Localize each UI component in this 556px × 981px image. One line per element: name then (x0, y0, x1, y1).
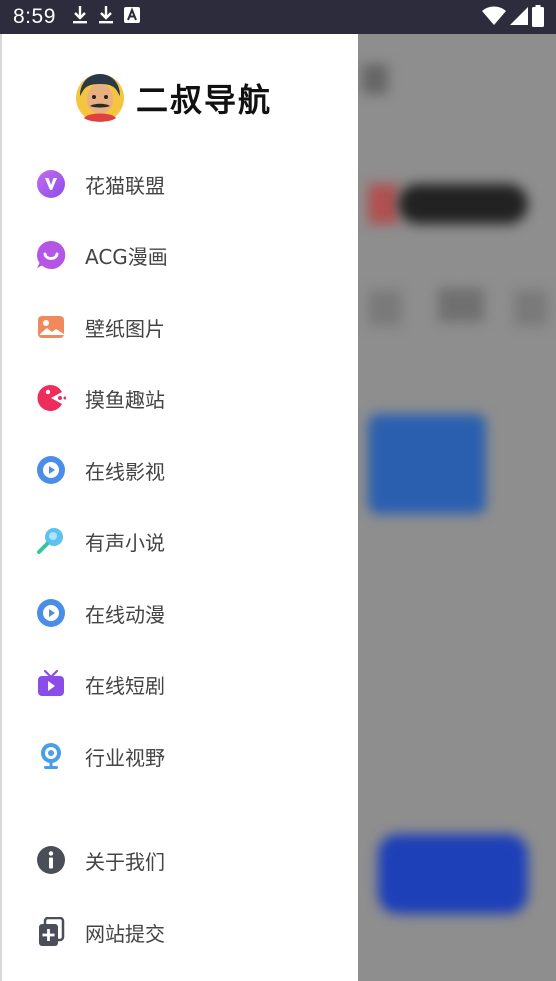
download-icon (72, 5, 88, 29)
picture-icon (35, 311, 67, 343)
drawer-item-about[interactable]: 关于我们 (2, 830, 358, 890)
drawer-item-label: 壁纸图片 (85, 316, 165, 341)
navigation-drawer: 二叔导航 花猫联盟 ACG漫画 壁纸图片 摸鱼趣站 在线影视 有声小说 在线动漫… (0, 34, 358, 981)
status-time: 8:59 (13, 5, 56, 28)
drawer-item-shortdrama[interactable]: 在线短剧 (2, 654, 358, 714)
drawer-item-audiobooks[interactable]: 有声小说 (2, 511, 358, 571)
info-icon (35, 844, 67, 876)
drawer-item-label: 行业视野 (85, 745, 165, 770)
tv-icon (35, 668, 67, 700)
drawer-item-label: 有声小说 (85, 530, 165, 555)
drawer-item-huamao[interactable]: 花猫联盟 (2, 154, 358, 214)
pacman-icon (35, 382, 67, 414)
drawer-item-label: 摸鱼趣站 (85, 387, 165, 412)
drawer-item-label: 花猫联盟 (85, 173, 165, 198)
drawer-item-submit-site[interactable]: 网站提交 (2, 902, 358, 962)
play-circle-icon (35, 597, 67, 629)
drawer-item-label: 网站提交 (85, 921, 165, 946)
v-badge-icon (35, 168, 67, 200)
drawer-item-label: ACG漫画 (85, 244, 168, 269)
signal-icon (510, 6, 528, 30)
chat-smile-icon (35, 239, 67, 271)
drawer-item-acg[interactable]: ACG漫画 (2, 225, 358, 285)
status-bar: 8:59 (0, 0, 556, 34)
keyboard-a-icon (123, 7, 140, 27)
drawer-item-label: 在线动漫 (85, 602, 165, 627)
background-app-scrim[interactable] (358, 34, 556, 981)
play-circle-icon (35, 454, 67, 486)
drawer-item-moyu[interactable]: 摸鱼趣站 (2, 368, 358, 428)
avatar-icon (74, 68, 126, 128)
drawer-item-label: 关于我们 (85, 849, 165, 874)
wifi-icon (482, 6, 506, 30)
brand-header: 二叔导航 (74, 68, 272, 128)
add-file-icon (35, 916, 67, 948)
drawer-item-anime[interactable]: 在线动漫 (2, 583, 358, 643)
battery-icon (532, 5, 544, 31)
drawer-item-wallpaper[interactable]: 壁纸图片 (2, 297, 358, 357)
drawer-item-label: 在线短剧 (85, 673, 165, 698)
brand-title: 二叔导航 (136, 81, 273, 119)
webcam-icon (35, 740, 67, 772)
magnifier-icon (35, 525, 67, 557)
drawer-item-movies[interactable]: 在线影视 (2, 440, 358, 500)
download-icon (98, 5, 114, 29)
drawer-item-label: 在线影视 (85, 459, 165, 484)
drawer-item-industry[interactable]: 行业视野 (2, 726, 358, 786)
